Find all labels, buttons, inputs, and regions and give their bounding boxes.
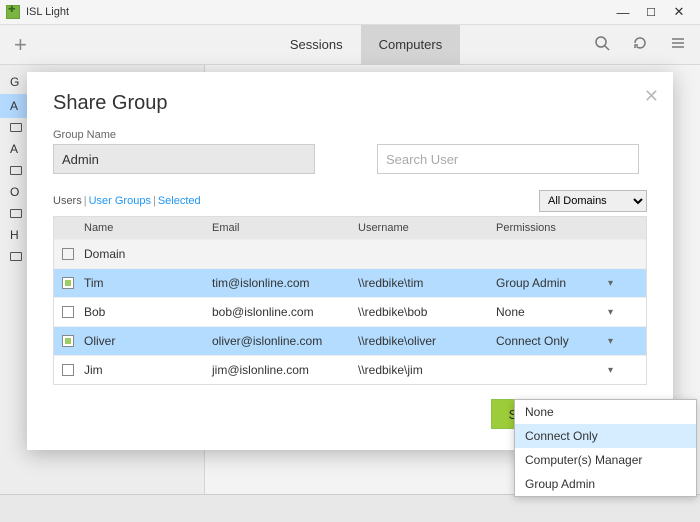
chevron-down-icon[interactable]: ▾ [608,336,613,347]
add-button[interactable]: + [14,32,27,58]
computer-icon [10,166,22,175]
computer-icon [10,123,22,132]
tab-sessions[interactable]: Sessions [272,25,361,65]
chevron-down-icon[interactable]: ▾ [608,365,613,376]
computer-icon [10,209,22,218]
filter-links: Users|User Groups|Selected [53,195,201,207]
filter-user-groups[interactable]: User Groups [89,195,151,207]
filter-users[interactable]: Users [53,195,82,207]
window-buttons: — ☐ ✕ [616,5,686,19]
cell-email: bob@islonline.com [212,305,358,319]
dialog-title: Share Group [53,92,647,115]
row-checkbox[interactable] [62,277,74,289]
title-bar: ISL Light — ☐ ✕ [0,0,700,25]
dropdown-item[interactable]: Group Admin [515,472,696,496]
col-email: Email [212,222,358,234]
group-name-input[interactable] [53,144,315,174]
row-checkbox[interactable] [62,306,74,318]
cell-name: Jim [82,363,212,377]
dropdown-item[interactable]: Computer(s) Manager [515,448,696,472]
filter-selected[interactable]: Selected [158,195,201,207]
table-row[interactable]: Jimjim@islonline.com\\redbike\jim ▾ [54,355,646,384]
minimize-button[interactable]: — [616,5,630,19]
col-name: Name [82,222,212,234]
cell-username: \\redbike\jim [358,363,496,377]
toolbar-right [594,35,686,55]
cell-email: tim@islonline.com [212,276,358,290]
cell-name: Tim [82,276,212,290]
dropdown-item[interactable]: None [515,400,696,424]
status-bar [0,494,700,522]
cell-permissions: ▾ [496,365,621,376]
cell-permissions: Group Admin▾ [496,276,621,290]
users-table: Name Email Username Permissions Domain Ti… [53,216,647,385]
permissions-dropdown: NoneConnect OnlyComputer(s) ManagerGroup… [514,399,697,497]
cell-permissions: Connect Only▾ [496,334,621,348]
cell-email: oliver@islonline.com [212,334,358,348]
menu-icon[interactable] [670,35,686,55]
cell-email: jim@islonline.com [212,363,358,377]
app-title: ISL Light [26,6,616,18]
main-tabs: Sessions Computers [272,25,460,65]
cell-name: Domain [82,247,212,261]
maximize-button[interactable]: ☐ [644,5,658,19]
tab-computers[interactable]: Computers [361,25,461,65]
close-icon[interactable]: ✕ [644,86,659,107]
cell-username: \\redbike\oliver [358,334,496,348]
close-window-button[interactable]: ✕ [672,5,686,19]
app-icon [6,5,20,19]
row-checkbox[interactable] [62,335,74,347]
cell-username: \\redbike\bob [358,305,496,319]
domain-select[interactable]: All Domains [539,190,647,212]
chevron-down-icon[interactable]: ▾ [608,278,613,289]
cell-username: \\redbike\tim [358,276,496,290]
share-group-dialog: ✕ Share Group Group Name Users|User Grou… [27,72,673,450]
table-row[interactable]: Domain [54,239,646,268]
table-row[interactable]: Bobbob@islonline.com\\redbike\bobNone▾ [54,297,646,326]
chevron-down-icon[interactable]: ▾ [608,307,613,318]
search-icon[interactable] [594,35,610,55]
table-row[interactable]: Timtim@islonline.com\\redbike\timGroup A… [54,268,646,297]
cell-name: Bob [82,305,212,319]
table-header: Name Email Username Permissions [54,217,646,239]
cell-permissions: None▾ [496,305,621,319]
table-row[interactable]: Oliveroliver@islonline.com\\redbike\oliv… [54,326,646,355]
computer-icon [10,252,22,261]
row-checkbox[interactable] [62,364,74,376]
search-user-input[interactable] [377,144,639,174]
group-name-label: Group Name [53,129,315,141]
refresh-icon[interactable] [632,35,648,55]
col-permissions: Permissions [496,222,621,234]
cell-name: Oliver [82,334,212,348]
col-username: Username [358,222,496,234]
toolbar: + Sessions Computers [0,25,700,65]
row-checkbox[interactable] [62,248,74,260]
dropdown-item[interactable]: Connect Only [515,424,696,448]
